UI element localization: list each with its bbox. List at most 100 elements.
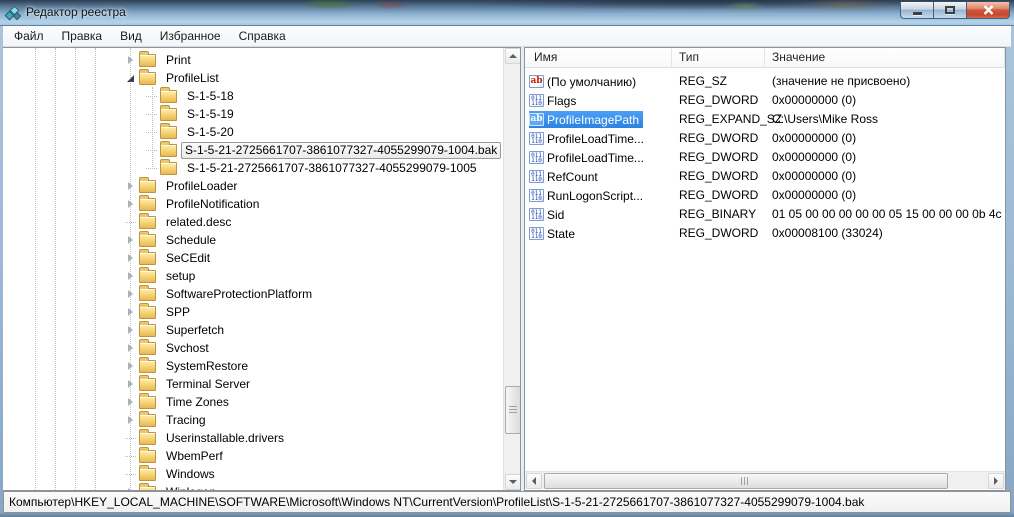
scroll-left-button[interactable] [526, 473, 542, 489]
tree-item-SeCEdit[interactable]: SeCEdit [3, 249, 503, 267]
tree-item-WbemPerf[interactable]: WbemPerf [3, 447, 503, 465]
tree-item-Superfetch[interactable]: Superfetch [3, 321, 503, 339]
value-name-inner: ProfileImagePath [529, 111, 643, 128]
expand-icon[interactable] [125, 181, 136, 192]
expand-icon[interactable] [125, 199, 136, 210]
expand-icon[interactable] [125, 289, 136, 300]
arrow-down-icon [509, 480, 517, 484]
list-header: Имя Тип Значение [525, 48, 1005, 68]
tree-item-setup[interactable]: setup [3, 267, 503, 285]
maximize-button[interactable] [933, 2, 966, 19]
value-row-ProfileLoadTime...[interactable]: ProfileLoadTime...REG_DWORD0x00000000 (0… [525, 148, 1005, 167]
menu-item-Избранное[interactable]: Избранное [151, 27, 230, 45]
tree-connector [146, 145, 157, 156]
value-row-(По умолчанию)[interactable]: (По умолчанию)REG_SZ(значение не присвое… [525, 72, 1005, 91]
value-name-label: Flags [547, 94, 576, 108]
expand-icon[interactable] [125, 271, 136, 282]
tree-item-S-1-5-21-2725661707-3861077327-4055299079-1005[interactable]: S-1-5-21-2725661707-3861077327-405529907… [3, 159, 503, 177]
list-horizontal-scrollbar[interactable] [525, 471, 1005, 489]
folder-icon [160, 108, 177, 121]
tree-item-label: Terminal Server [162, 376, 254, 393]
minimize-button[interactable] [900, 2, 933, 19]
column-header-value[interactable]: Значение [765, 48, 1005, 68]
tree-item-Print[interactable]: Print [3, 51, 503, 69]
value-type-cell: REG_DWORD [679, 167, 767, 186]
reg-string-icon [529, 113, 544, 126]
value-data-cell: 0x00000000 (0) [772, 148, 1005, 167]
expand-icon[interactable] [125, 235, 136, 246]
registry-tree-panel: PrintProfileListS-1-5-18S-1-5-19S-1-5-20… [3, 47, 521, 491]
value-row-Sid[interactable]: SidREG_BINARY01 05 00 00 00 00 00 05 15 … [525, 205, 1005, 224]
menu-item-Справка[interactable]: Справка [230, 27, 295, 45]
expand-icon[interactable] [125, 343, 136, 354]
tree-item-Svchost[interactable]: Svchost [3, 339, 503, 357]
tree-item-Schedule[interactable]: Schedule [3, 231, 503, 249]
tree-item-ProfileList[interactable]: ProfileList [3, 69, 503, 87]
value-row-RunLogonScript...[interactable]: RunLogonScript...REG_DWORD0x00000000 (0) [525, 186, 1005, 205]
value-name-inner: (По умолчанию) [529, 73, 640, 90]
list-scrollbar-thumb[interactable] [544, 473, 948, 489]
tree-item-SoftwareProtectionPlatform[interactable]: SoftwareProtectionPlatform [3, 285, 503, 303]
value-name-cell: RefCount [525, 167, 672, 186]
value-row-ProfileImagePath[interactable]: ProfileImagePathREG_EXPAND_SZC:\Users\Mi… [525, 110, 1005, 129]
expand-icon[interactable] [125, 55, 136, 66]
tree-item-S-1-5-21-2725661707-3861077327-4055299079-1004.bak[interactable]: S-1-5-21-2725661707-3861077327-405529907… [3, 141, 503, 159]
tree-item-Userinstallable.drivers[interactable]: Userinstallable.drivers [3, 429, 503, 447]
tree-vertical-scrollbar[interactable] [503, 48, 521, 490]
menu-bar: ФайлПравкаВидИзбранноеСправка [3, 26, 1011, 47]
value-row-State[interactable]: StateREG_DWORD0x00008100 (33024) [525, 224, 1005, 243]
maximize-icon [945, 6, 955, 14]
collapse-icon[interactable] [125, 73, 136, 84]
value-name-inner: RefCount [529, 168, 602, 185]
expand-icon[interactable] [125, 397, 136, 408]
tree-item-SystemRestore[interactable]: SystemRestore [3, 357, 503, 375]
menu-item-Файл[interactable]: Файл [5, 27, 53, 45]
expand-icon[interactable] [125, 307, 136, 318]
menu-item-Правка[interactable]: Правка [53, 27, 112, 45]
title-bar: Редактор реестра [0, 0, 1014, 26]
expand-icon[interactable] [125, 487, 136, 491]
tree-item-S-1-5-18[interactable]: S-1-5-18 [3, 87, 503, 105]
folder-icon [139, 450, 156, 463]
scroll-right-button[interactable] [988, 473, 1004, 489]
folder-icon [139, 486, 156, 491]
tree-item-ProfileNotification[interactable]: ProfileNotification [3, 195, 503, 213]
tree-item-Terminal Server[interactable]: Terminal Server [3, 375, 503, 393]
tree-item-Winlogon[interactable]: Winlogon [3, 483, 503, 490]
expand-icon[interactable] [125, 253, 136, 264]
tree-scrollbar-thumb[interactable] [505, 386, 521, 434]
value-row-RefCount[interactable]: RefCountREG_DWORD0x00000000 (0) [525, 167, 1005, 186]
tree-item-label: Print [162, 52, 195, 69]
value-data-cell: (значение не присвоено) [772, 72, 1005, 91]
tree-item-S-1-5-20[interactable]: S-1-5-20 [3, 123, 503, 141]
tree-item-SPP[interactable]: SPP [3, 303, 503, 321]
arrow-up-icon [509, 54, 517, 58]
expand-icon[interactable] [125, 379, 136, 390]
tree-item-Time Zones[interactable]: Time Zones [3, 393, 503, 411]
tree-item-related.desc[interactable]: related.desc [3, 213, 503, 231]
column-header-name[interactable]: Имя [525, 48, 672, 68]
reg-binary-icon [529, 189, 544, 202]
reg-binary-icon [529, 227, 544, 240]
scroll-down-button[interactable] [505, 474, 521, 490]
tree-item-label: Schedule [162, 232, 220, 249]
tree-item-ProfileLoader[interactable]: ProfileLoader [3, 177, 503, 195]
tree-item-Windows[interactable]: Windows [3, 465, 503, 483]
regedit-app-icon[interactable] [5, 5, 21, 21]
expand-icon[interactable] [125, 361, 136, 372]
menu-item-Вид[interactable]: Вид [111, 27, 151, 45]
tree-item-label: SystemRestore [162, 358, 252, 375]
expand-icon[interactable] [125, 415, 136, 426]
window-frame-bottom [0, 513, 1014, 517]
value-row-ProfileLoadTime...[interactable]: ProfileLoadTime...REG_DWORD0x00000000 (0… [525, 129, 1005, 148]
close-button[interactable] [966, 2, 1010, 19]
folder-icon [139, 234, 156, 247]
value-row-Flags[interactable]: FlagsREG_DWORD0x00000000 (0) [525, 91, 1005, 110]
expand-icon[interactable] [125, 325, 136, 336]
tree-item-Tracing[interactable]: Tracing [3, 411, 503, 429]
column-header-type[interactable]: Тип [672, 48, 765, 68]
tree-item-S-1-5-19[interactable]: S-1-5-19 [3, 105, 503, 123]
value-name-inner: State [529, 225, 579, 242]
scroll-up-button[interactable] [505, 48, 521, 64]
registry-values-panel: Имя Тип Значение (По умолчанию)REG_SZ(зн… [524, 47, 1006, 491]
